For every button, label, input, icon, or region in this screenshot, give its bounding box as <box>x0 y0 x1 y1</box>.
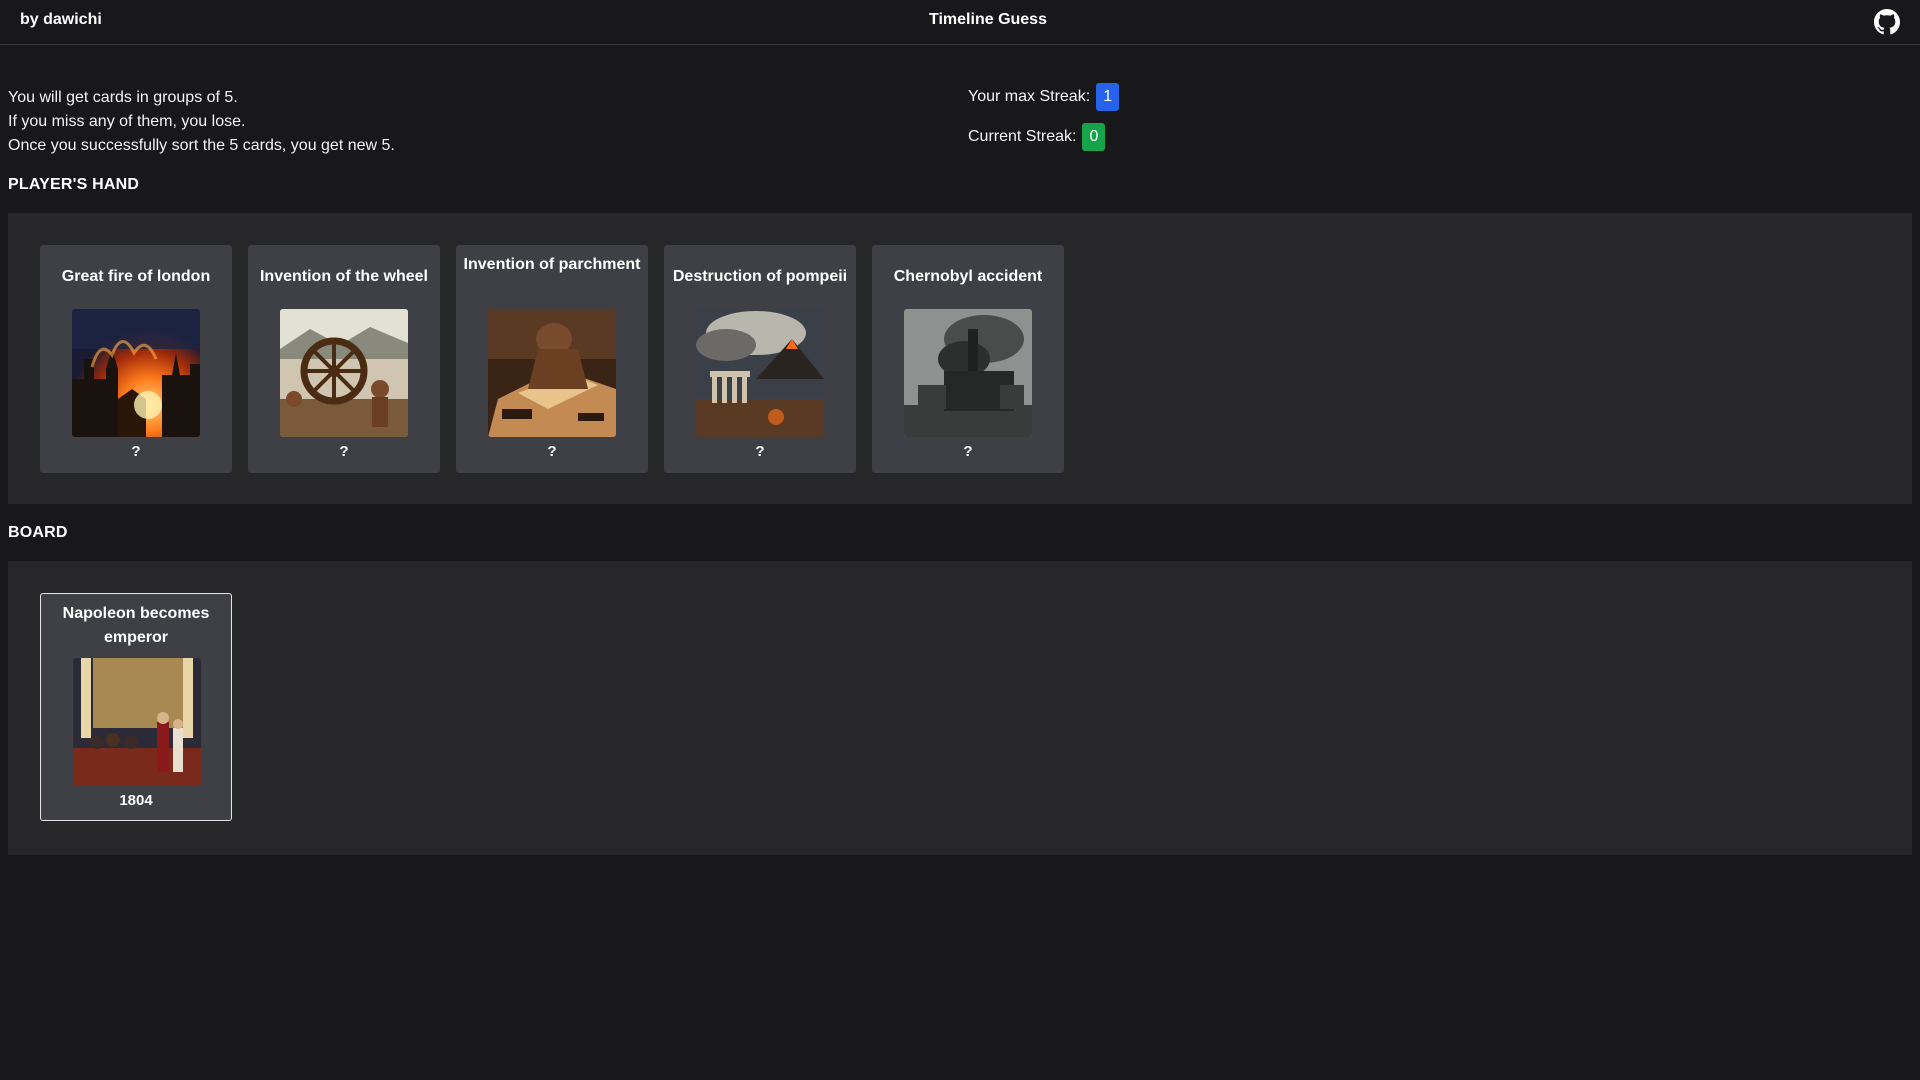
card-year: ? <box>755 443 765 460</box>
current-streak-label: Current Streak: <box>968 128 1077 145</box>
rule-line: Once you successfully sort the 5 cards, … <box>8 137 395 154</box>
card-year: ? <box>131 443 141 460</box>
card-year: 1804 <box>119 792 153 809</box>
card-year: ? <box>547 443 557 460</box>
current-streak-badge: 0 <box>1082 123 1106 151</box>
board-heading: BOARD <box>8 524 68 541</box>
card-title: Chernobyl accident <box>893 268 1043 285</box>
card-image <box>904 309 1032 437</box>
card-image <box>488 309 616 437</box>
card-title: Invention of the wheel <box>259 268 428 285</box>
player-hand-area[interactable]: Great fire of london ? Invention of the … <box>8 213 1912 504</box>
app-title: Timeline Guess <box>929 11 1047 28</box>
max-streak-label: Your max Streak: <box>968 88 1091 105</box>
card-year: ? <box>339 443 349 460</box>
hand-card-invention-of-parchment[interactable]: Invention of parchment ? <box>456 245 648 473</box>
rule-line: If you miss any of them, you lose. <box>8 113 246 130</box>
card-image <box>73 658 201 786</box>
author-credit[interactable]: by dawichi <box>20 11 102 29</box>
hand-card-destruction-of-pompeii[interactable]: Destruction of pompeii ? <box>664 245 856 473</box>
github-icon[interactable] <box>1874 9 1900 35</box>
hand-card-great-fire-of-london[interactable]: Great fire of london ? <box>40 245 232 473</box>
card-image <box>72 309 200 437</box>
rules-text: You will get cards in groups of 5. If yo… <box>8 86 395 158</box>
current-streak: Current Streak: 0 <box>968 123 1106 151</box>
card-image <box>696 309 824 437</box>
card-image <box>280 309 408 437</box>
hand-heading: PLAYER'S HAND <box>8 176 140 193</box>
top-bar: by dawichi Timeline Guess <box>0 0 1920 45</box>
max-streak-badge: 1 <box>1096 83 1120 111</box>
card-title: Invention of parchment <box>463 256 641 273</box>
card-title: Great fire of london <box>61 268 211 285</box>
rule-line: You will get cards in groups of 5. <box>8 89 238 106</box>
card-title: Napoleon becomes emperor <box>62 605 210 646</box>
board-card-napoleon-becomes-emperor[interactable]: Napoleon becomes emperor 1804 <box>40 593 232 821</box>
board-area[interactable]: Napoleon becomes emperor 1804 <box>8 561 1912 855</box>
card-year: ? <box>963 443 973 460</box>
card-title: Destruction of pompeii <box>672 268 848 285</box>
max-streak: Your max Streak: 1 <box>968 83 1120 111</box>
hand-card-chernobyl-accident[interactable]: Chernobyl accident ? <box>872 245 1064 473</box>
hand-card-invention-of-the-wheel[interactable]: Invention of the wheel ? <box>248 245 440 473</box>
